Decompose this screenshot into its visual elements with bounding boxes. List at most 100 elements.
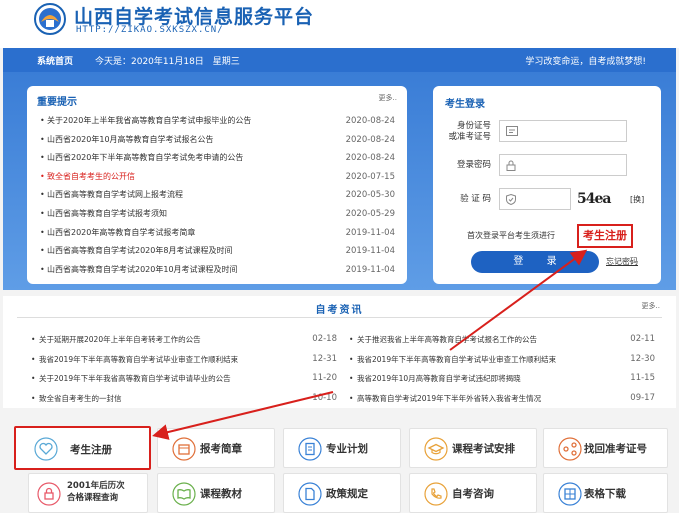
notice-item[interactable]: 山西省2020年下半年高等教育自学考试免考申请的公告 2020-08-24 [40, 149, 395, 168]
id-number-input[interactable] [499, 120, 627, 142]
site-header: 山西自学考试信息服务平台 HTTP://ZIKAO.SXKSZX.CN/ [0, 0, 679, 48]
notice-item-title[interactable]: 山西省高等教育自学考试2020年10月考试课程及时间 [47, 261, 317, 280]
news-item-title[interactable]: 关于推迟我省上半年高等教育自学考试报名工作的公告 [347, 330, 607, 350]
news-item[interactable]: 关于推迟我省上半年高等教育自学考试报名工作的公告 02-11 [347, 330, 655, 350]
nav-home-link[interactable]: 系统首页 [37, 54, 73, 67]
notice-item-title[interactable]: 致全省自考考生的公开信 [47, 168, 317, 187]
news-item-title[interactable]: 我省2019年下半年高等教育自学考试毕业审查工作顺利结束 [29, 350, 289, 370]
news-item[interactable]: 关于2019年下半年我省高等教育自学考试申请毕业的公告 11-20 [29, 369, 337, 389]
notice-item-title[interactable]: 山西省2020年10月高等教育自学考试报名公告 [47, 131, 317, 150]
exam-schedule-tile[interactable]: 课程考试安排 [409, 428, 537, 468]
graduation-cap-icon [424, 437, 448, 461]
news-item[interactable]: 高等教育自学考试2019年下半年外省转入我省考生情况 09-17 [347, 389, 655, 409]
major-plan-tile-label: 专业计划 [326, 443, 368, 455]
id-card-icon [506, 126, 518, 136]
notice-item-title[interactable]: 山西省高等教育自学考试报考须知 [47, 205, 317, 224]
major-plan-tile[interactable]: 专业计划 [283, 428, 401, 468]
forgot-password-link[interactable]: 忘记密码 [606, 256, 638, 267]
history-courses-tile-label: 2001年后历次 合格课程查询 [67, 481, 125, 503]
register-link[interactable]: 考生注册 [577, 224, 633, 248]
retrieve-ticket-tile[interactable]: 找回准考证号 [543, 428, 668, 468]
lock-icon [506, 160, 516, 171]
exam-schedule-tile-label: 课程考试安排 [452, 443, 515, 455]
captcha-label: 验 证 码 [460, 194, 491, 204]
news-item-date: 02-18 [312, 334, 337, 344]
news-item-date: 09-17 [630, 392, 655, 403]
notice-item-title[interactable]: 山西省2020年高等教育自学考试报考简章 [47, 224, 317, 243]
notice-item[interactable]: 致全省自考考生的公开信 2020-07-15 [40, 168, 395, 187]
notice-item-title[interactable]: 关于2020年上半年我省高等教育自学考试申报毕业的公告 [47, 112, 317, 131]
notices-list: 关于2020年上半年我省高等教育自学考试申报毕业的公告2020-08-24山西省… [40, 112, 395, 280]
news-list-right: 关于推迟我省上半年高等教育自学考试报名工作的公告 02-11 我省2019年下半年高… [347, 330, 655, 408]
first-login-hint: 首次登录平台考生须进行 [467, 231, 555, 240]
guide-tile[interactable]: 报考简章 [157, 428, 275, 468]
notice-item-date: 2020-07-15 [345, 171, 395, 182]
notice-item[interactable]: 山西省高等教育自学考试2020年8月考试课程及时间 2019-11-04 [40, 242, 395, 261]
captcha-input[interactable] [499, 188, 571, 210]
calendar-icon [172, 437, 196, 461]
news-more-link[interactable]: 更多.. [642, 301, 660, 311]
book-icon [172, 482, 196, 506]
news-item-title[interactable]: 高等教育自学考试2019年下半年外省转入我省考生情况 [347, 389, 607, 409]
notice-item-title[interactable]: 山西省高等教育自学考试2020年8月考试课程及时间 [47, 242, 317, 261]
news-item-date: 12-31 [312, 353, 337, 364]
register-tile-label: 考生注册 [70, 444, 112, 456]
notice-item[interactable]: 山西省2020年高等教育自学考试报考简章 2019-11-04 [40, 224, 395, 243]
notice-item-title[interactable]: 山西省2020年下半年高等教育自学考试免考申请的公告 [47, 149, 317, 168]
news-title: 自考资讯 [315, 305, 364, 316]
notice-item[interactable]: 山西省高等教育自学考试报考须知 2020-05-29 [40, 205, 395, 224]
notice-item-date: 2019-11-04 [345, 246, 395, 257]
retrieve-ticket-tile-label: 找回准考证号 [584, 443, 647, 455]
news-item[interactable]: 我省2019年下半年高等教育自学考试毕业审查工作顺利结束 12-30 [347, 350, 655, 370]
notice-item[interactable]: 山西省高等教育自学考试网上报考流程 2020-05-30 [40, 186, 395, 205]
file-icon [298, 482, 322, 506]
lock-icon [37, 482, 61, 506]
news-item[interactable]: 我省2019年10月高等教育自学考试违纪即将揭晓 11-15 [347, 369, 655, 389]
news-item-title[interactable]: 致全省自考考生的一封信 [29, 389, 289, 409]
consult-tile[interactable]: 自考咨询 [409, 473, 537, 513]
notice-item-date: 2020-05-29 [345, 208, 395, 219]
captcha-refresh-link[interactable]: [换] [630, 194, 644, 205]
phone-icon [424, 482, 448, 506]
news-list-left: 关于延期开展2020年上半年自考转考工作的公告 02-18 我省2019年下半年高等… [29, 330, 337, 408]
password-label: 登录密码 [456, 160, 491, 170]
notice-item-title[interactable]: 山西省高等教育自学考试网上报考流程 [47, 186, 317, 205]
news-divider [17, 317, 662, 318]
history-courses-tile[interactable]: 2001年后历次 合格课程查询 [28, 473, 148, 513]
login-button[interactable]: 登 录 [471, 251, 599, 273]
news-item-title[interactable]: 关于2019年下半年我省高等教育自学考试申请毕业的公告 [29, 369, 289, 389]
news-item-date: 12-30 [630, 353, 655, 364]
quick-links: 考生注册 报考简章 专业计划 课程考试安排 找回准考证号 2001年后历次 合格… [0, 414, 679, 513]
news-item-title[interactable]: 我省2019年10月高等教育自学考试违纪即将揭晓 [347, 369, 607, 389]
password-input[interactable] [499, 154, 627, 176]
news-item-title[interactable]: 关于延期开展2020年上半年自考转考工作的公告 [29, 330, 289, 350]
notices-more-link[interactable]: 更多.. [379, 93, 397, 103]
consult-tile-label: 自考咨询 [452, 488, 494, 500]
news-item-date: 11-20 [312, 373, 337, 383]
downloads-tile[interactable]: 表格下载 [543, 473, 668, 513]
news-item[interactable]: 我省2019年下半年高等教育自学考试毕业审查工作顺利结束 12-31 [29, 350, 337, 370]
news-item-date: 11-15 [630, 373, 655, 383]
register-tile[interactable]: 考生注册 [14, 426, 151, 470]
guide-tile-label: 报考简章 [200, 443, 242, 455]
textbooks-tile[interactable]: 课程教材 [157, 473, 275, 513]
captcha-image[interactable]: 54ea [577, 191, 611, 207]
news-item[interactable]: 致全省自考考生的一封信 10-10 [29, 389, 337, 409]
news-item-date: 02-11 [630, 334, 655, 344]
notice-item-date: 2019-11-04 [345, 227, 395, 238]
notice-item[interactable]: 关于2020年上半年我省高等教育自学考试申报毕业的公告 2020-08-24 [40, 112, 395, 131]
slogan: 学习改变命运，自考成就梦想! [525, 57, 646, 67]
notice-item-date: 2019-11-04 [345, 264, 395, 275]
current-date: 今天是：2020年11月18日 星期三 [95, 57, 240, 67]
notice-item-date: 2020-08-24 [345, 153, 395, 164]
table-icon [558, 482, 582, 506]
important-notices-panel: 重要提示 更多.. 关于2020年上半年我省高等教育自学考试申报毕业的公告 202… [27, 86, 407, 284]
news-panel: 自考资讯 更多.. 关于延期开展2020年上半年自考转考工作的公告 02-18 我省… [3, 296, 676, 408]
logo-icon[interactable] [32, 2, 68, 36]
news-item[interactable]: 关于延期开展2020年上半年自考转考工作的公告 02-18 [29, 330, 337, 350]
policy-tile[interactable]: 政策规定 [283, 473, 401, 513]
notice-item[interactable]: 山西省2020年10月高等教育自学考试报名公告 2020-08-24 [40, 131, 395, 150]
news-item-title[interactable]: 我省2019年下半年高等教育自学考试毕业审查工作顺利结束 [347, 350, 607, 370]
share-icon [558, 437, 582, 461]
notice-item[interactable]: 山西省高等教育自学考试2020年10月考试课程及时间 2019-11-04 [40, 261, 395, 280]
